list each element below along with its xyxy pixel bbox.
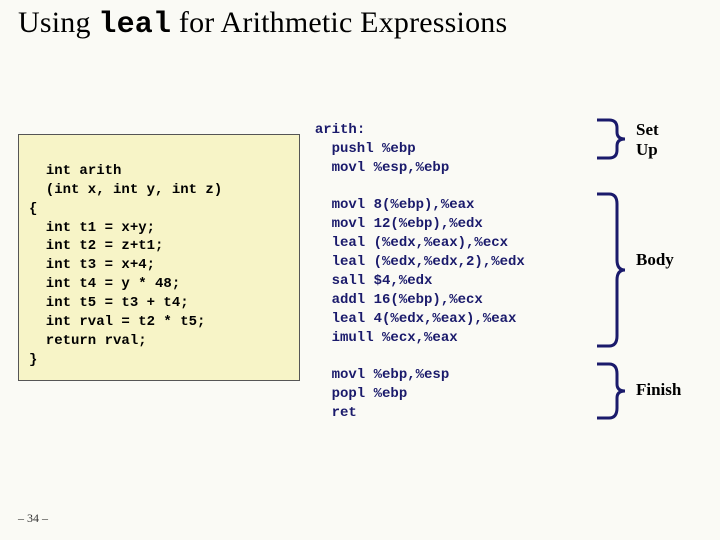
label-setup: Set Up xyxy=(636,120,659,159)
brace-body xyxy=(595,192,629,353)
title-pre: Using xyxy=(18,6,98,39)
c-code: int arith (int x, int y, int z) { int t1… xyxy=(29,163,222,368)
title-code: leal xyxy=(98,8,171,42)
brace-setup xyxy=(595,118,629,165)
c-code-box: int arith (int x, int y, int z) { int t1… xyxy=(18,134,300,381)
page-number: – 34 – xyxy=(18,511,48,526)
asm-code: arith: pushl %ebp movl %esp,%ebp movl 8(… xyxy=(298,122,525,421)
label-finish: Finish xyxy=(636,380,681,400)
title-post: for Arithmetic Expressions xyxy=(171,6,507,39)
brace-finish xyxy=(595,362,629,425)
assembly-listing: arith: pushl %ebp movl %esp,%ebp movl 8(… xyxy=(298,102,525,423)
label-body: Body xyxy=(636,250,674,270)
slide-title: Using leal for Arithmetic Expressions xyxy=(18,6,507,43)
